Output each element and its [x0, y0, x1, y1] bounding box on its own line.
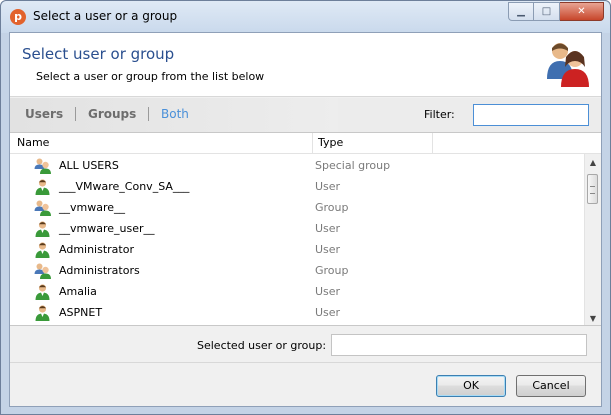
list-item[interactable]: Amalia User	[10, 281, 582, 302]
page-title: Select user or group	[22, 45, 175, 63]
list-item-name: Amalia	[59, 285, 97, 298]
filter-toolbar: Users Groups Both Filter:	[10, 98, 601, 132]
column-divider[interactable]	[312, 133, 313, 154]
list-item-type: User	[315, 243, 341, 256]
user-icon	[34, 241, 51, 258]
group-icon	[34, 199, 51, 216]
list-item[interactable]: Administrators Group	[10, 260, 582, 281]
list-item-type: User	[315, 306, 341, 319]
window-title: Select a user or a group	[33, 9, 178, 23]
page-subtitle: Select a user or group from the list bel…	[36, 70, 265, 83]
list-item[interactable]: ALL USERS Special group	[10, 155, 582, 176]
button-bar: OK Cancel	[10, 362, 601, 406]
users-icon	[547, 43, 589, 87]
minimize-icon[interactable]: ▁	[508, 2, 534, 21]
tab-strip: Users Groups Both	[10, 98, 338, 132]
group-icon	[34, 157, 51, 174]
maximize-icon[interactable]: □	[534, 2, 560, 21]
list-item-name: ___VMware_Conv_SA___	[59, 180, 190, 193]
vertical-scrollbar[interactable]: ▲ ▼	[584, 154, 601, 325]
list-item[interactable]: ___VMware_Conv_SA___ User	[10, 176, 582, 197]
tab-both[interactable]: Both	[161, 107, 189, 121]
dialog-header: Select user or group Select a user or gr…	[10, 33, 601, 97]
list-item-name: ASPNET	[59, 306, 103, 319]
scroll-down-icon[interactable]: ▼	[585, 310, 601, 325]
user-icon	[34, 304, 51, 321]
dialog-window: p Select a user or a group ▁ □ ✕ Select …	[0, 0, 611, 415]
list-item-type: Group	[315, 264, 349, 277]
list-item-name: __vmware__	[59, 201, 126, 214]
title-bar[interactable]: p Select a user or a group ▁ □ ✕	[1, 1, 610, 33]
column-header-type[interactable]: Type	[318, 136, 343, 149]
list-header: Name Type	[10, 133, 601, 154]
tab-users[interactable]: Users	[25, 107, 63, 121]
ok-button[interactable]: OK	[436, 375, 506, 397]
list-item-type: User	[315, 222, 341, 235]
dialog-body: Select user or group Select a user or gr…	[9, 32, 602, 407]
list-item-name: Administrator	[59, 243, 134, 256]
filter-label: Filter:	[424, 108, 455, 121]
list-item[interactable]: Administrator User	[10, 239, 582, 260]
column-header-name[interactable]: Name	[17, 136, 49, 149]
selected-user-field[interactable]	[331, 334, 587, 356]
list-item-name: ALL USERS	[59, 159, 119, 172]
list-item[interactable]: __vmware_user__ User	[10, 218, 582, 239]
list-item[interactable]: __vmware__ Group	[10, 197, 582, 218]
user-icon	[34, 220, 51, 237]
filter-input[interactable]	[473, 104, 589, 126]
window-controls: ▁ □ ✕	[508, 2, 604, 22]
list-item-type: User	[315, 285, 341, 298]
tab-divider	[148, 107, 149, 121]
cancel-button[interactable]: Cancel	[516, 375, 586, 397]
tab-groups[interactable]: Groups	[88, 107, 136, 121]
group-icon	[34, 262, 51, 279]
list-item-type: Special group	[315, 159, 391, 172]
app-logo-icon: p	[10, 9, 26, 25]
list-item-name: Administrators	[59, 264, 140, 277]
tab-divider	[75, 107, 76, 121]
list-item-type: Group	[315, 201, 349, 214]
list-item-name: __vmware_user__	[59, 222, 155, 235]
column-divider[interactable]	[432, 133, 433, 154]
scroll-up-icon[interactable]: ▲	[585, 154, 601, 170]
user-icon	[34, 178, 51, 195]
list-item-type: User	[315, 180, 341, 193]
close-icon[interactable]: ✕	[560, 2, 604, 21]
user-group-list: Name Type ALL USERS Special group ___VMwar…	[10, 132, 601, 326]
user-icon	[34, 283, 51, 300]
list-item[interactable]: ASPNET User	[10, 302, 582, 323]
scroll-thumb[interactable]	[587, 174, 598, 204]
selected-label: Selected user or group:	[197, 339, 327, 352]
